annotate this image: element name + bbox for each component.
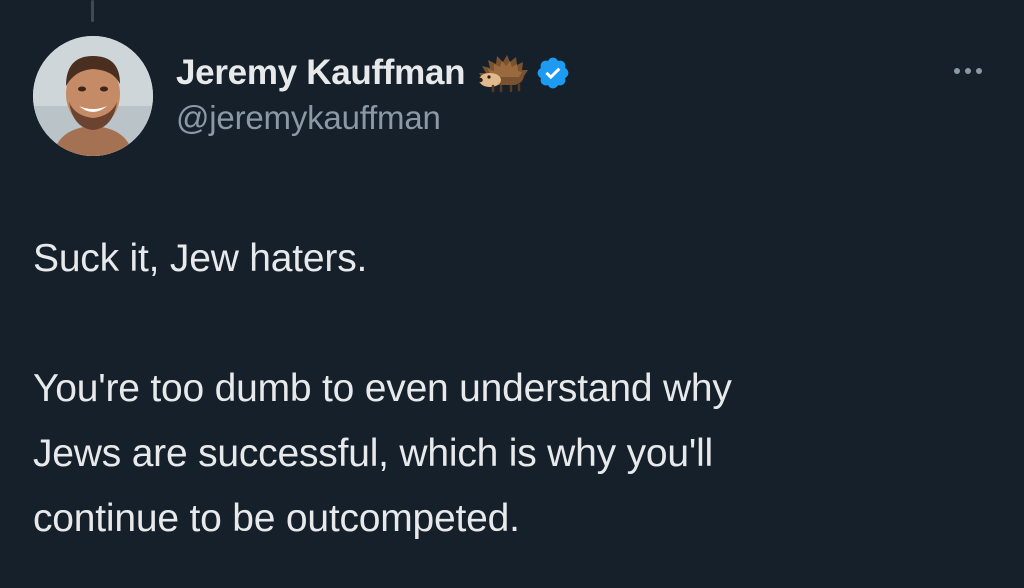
tweet-paragraph: Suck it, Jew haters. [33,237,368,280]
more-dot [954,68,960,74]
tweet-text: Suck it, Jew haters. You're too dumb to … [33,226,993,551]
name-row: Jeremy Kauffman [176,51,571,95]
thread-connector-line [91,0,94,22]
display-name[interactable]: Jeremy Kauffman [176,53,466,93]
tweet-line: You're too dumb to even understand why [33,367,732,410]
profile-photo [33,36,153,156]
user-handle[interactable]: @jeremykauffman [176,99,571,137]
tweet-line: continue to be outcompeted. [33,497,520,540]
hedgehog-icon [477,53,531,93]
avatar[interactable] [33,36,153,156]
tweet-header: Jeremy Kauffman @jeremykauffman [176,51,571,137]
tweet-line: Jews are successful, which is why you'll [33,432,714,475]
more-dot [965,68,971,74]
more-dot [976,68,982,74]
more-options-icon[interactable] [945,58,991,84]
verified-badge-icon[interactable] [535,55,571,91]
